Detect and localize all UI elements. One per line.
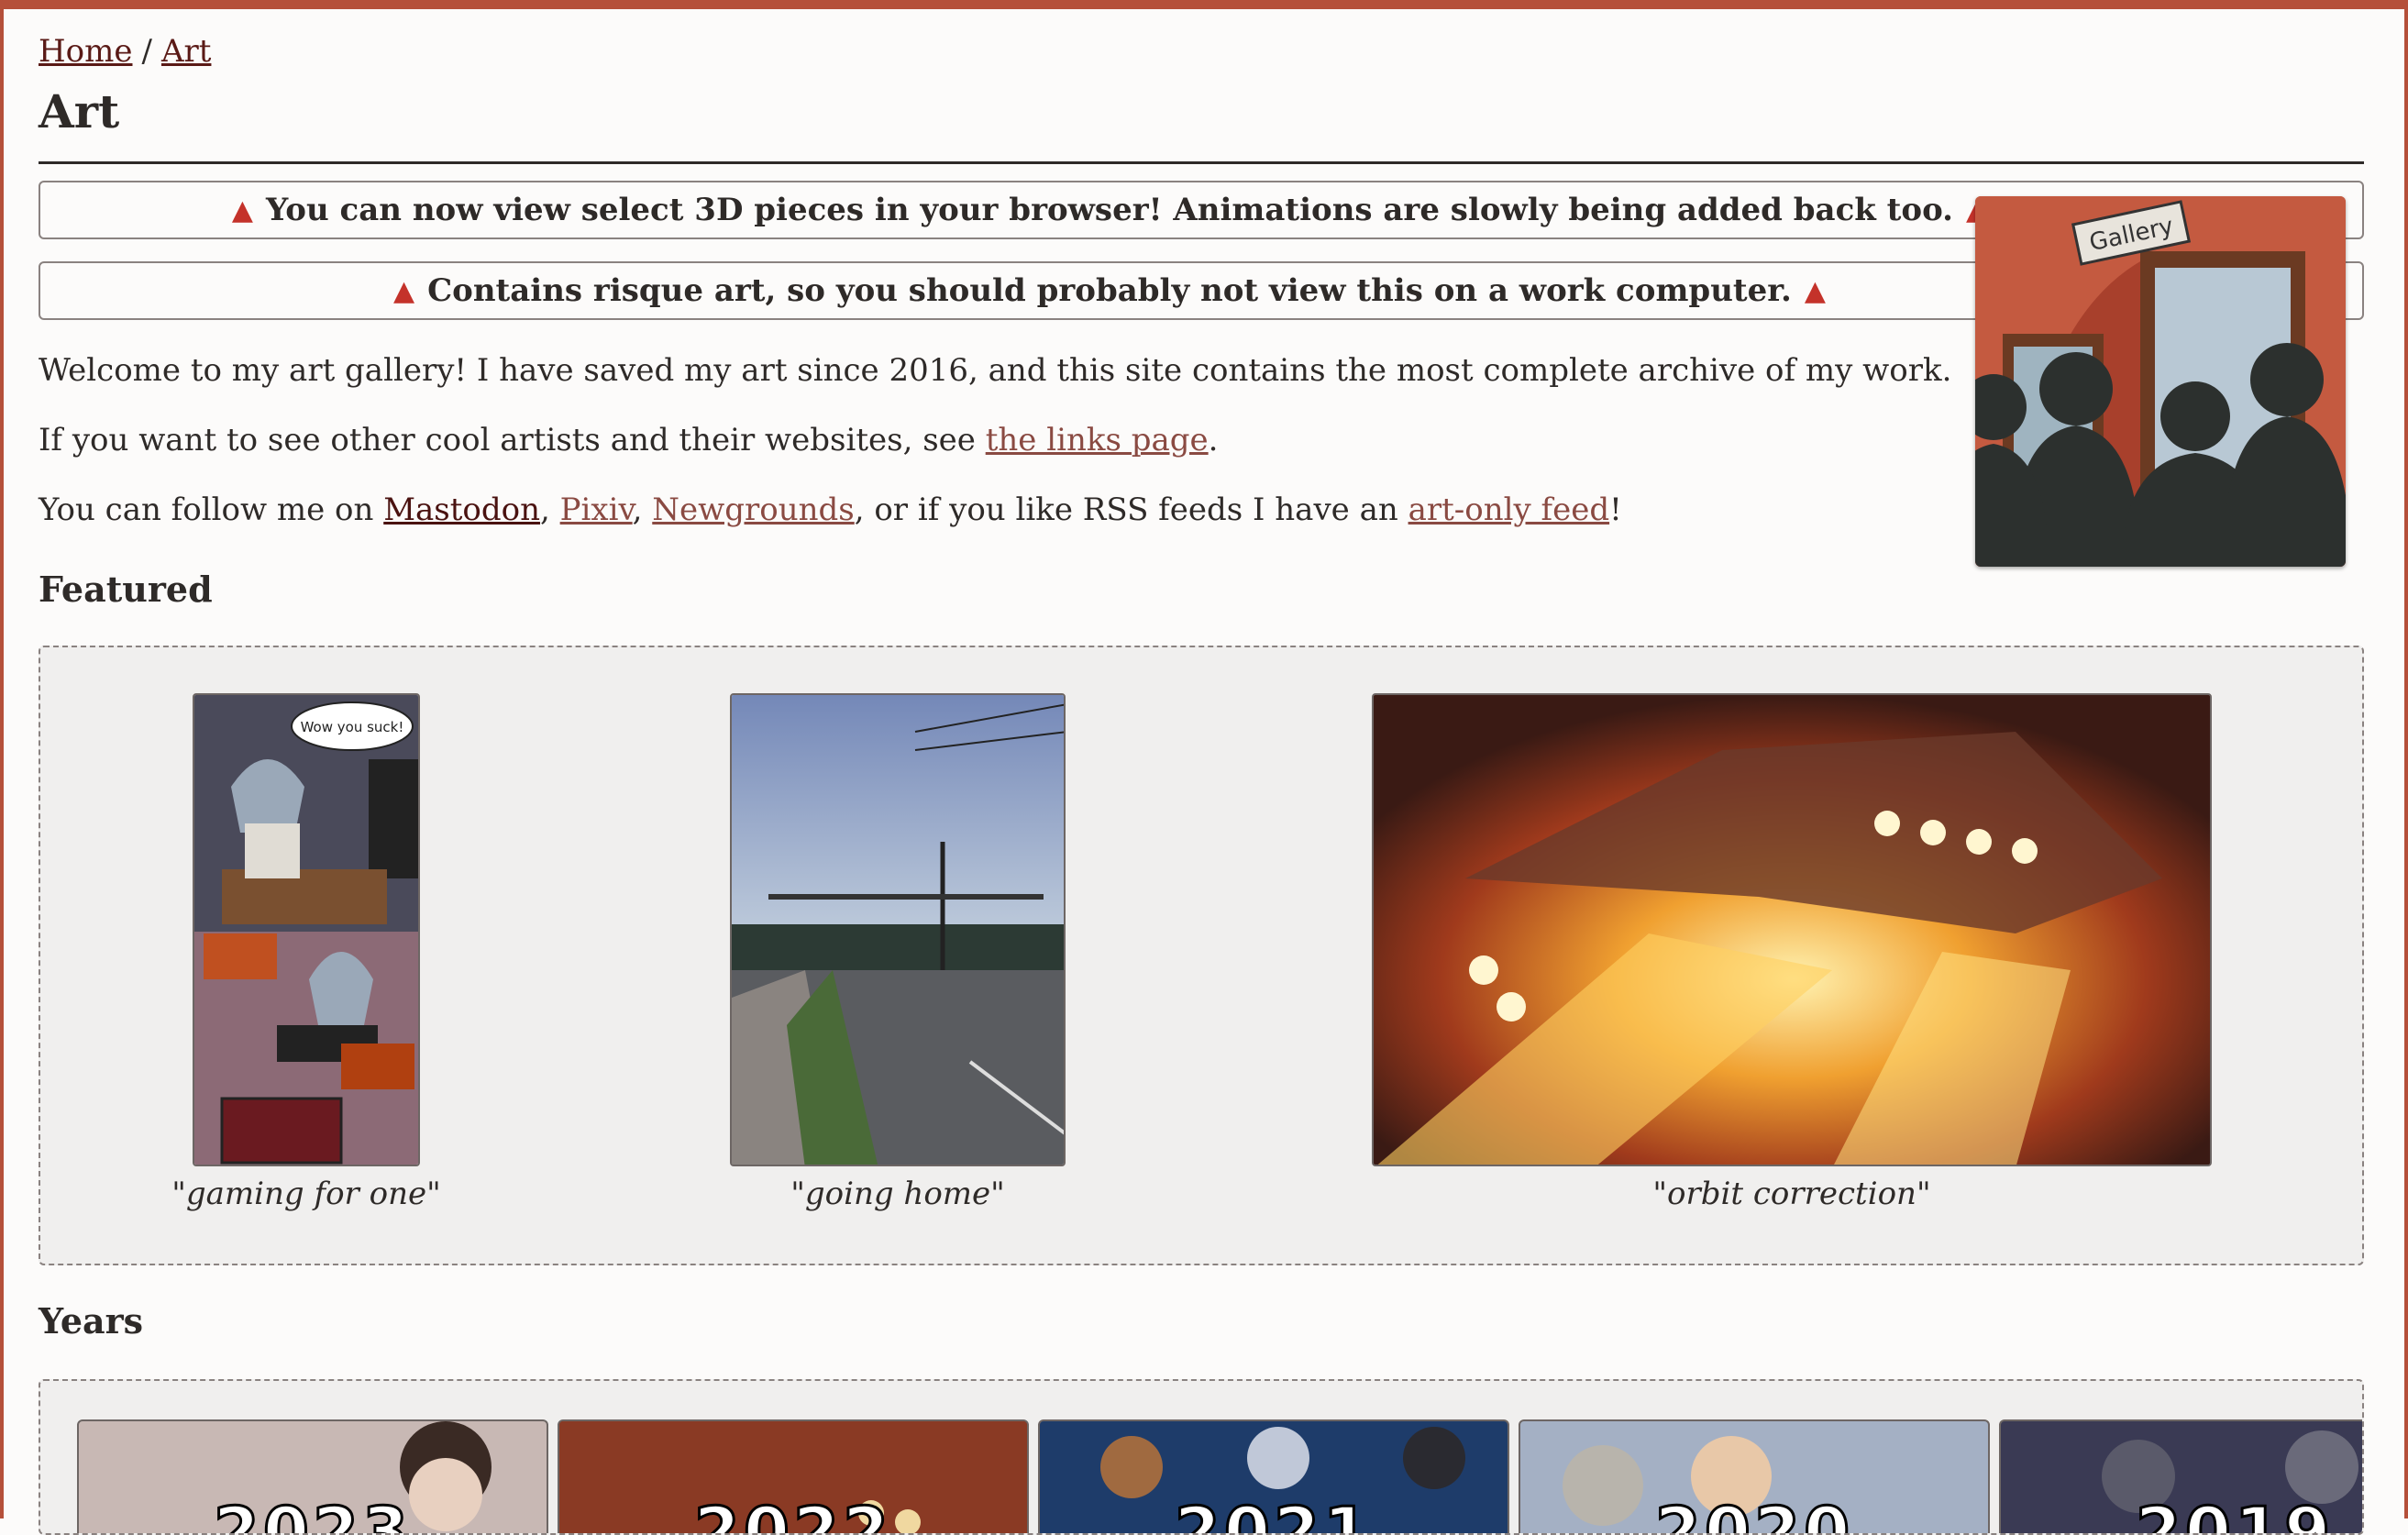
follow-text: You can follow me on <box>39 491 384 528</box>
year-label: 2019 <box>2134 1492 2335 1535</box>
pixiv-link[interactable]: Pixiv <box>560 491 633 528</box>
speech-bubble-text: Wow you suck! <box>301 719 404 735</box>
year-label: 2022 <box>692 1492 893 1535</box>
art-feed-link[interactable]: art-only feed <box>1408 491 1610 528</box>
year-card-2021[interactable]: 2021 <box>1038 1419 1509 1535</box>
links-text: If you want to see other cool artists an… <box>39 422 986 458</box>
rss-text: , or if you like RSS feeds I have an <box>854 491 1408 528</box>
featured-art-gaming-for-one[interactable]: Wow you suck! <box>193 693 420 1166</box>
exclamation: ! <box>1609 491 1622 528</box>
links-paragraph: If you want to see other cool artists an… <box>39 422 1218 458</box>
comma: , <box>540 491 560 528</box>
comma: , <box>632 491 653 528</box>
featured-art-going-home[interactable] <box>730 693 1066 1166</box>
featured-caption: "going home" <box>790 1176 1005 1212</box>
siren-icon: ▲ <box>393 274 415 307</box>
featured-heading: Featured <box>39 569 213 610</box>
mastodon-link[interactable]: Mastodon <box>383 491 540 528</box>
year-card-2020[interactable]: 2020 <box>1519 1419 1990 1535</box>
notice-text: You can now view select 3D pieces in you… <box>265 192 1953 228</box>
siren-icon: ▲ <box>231 193 253 226</box>
page-title: Art <box>39 84 120 138</box>
featured-caption: "orbit correction" <box>1652 1176 1931 1212</box>
siren-icon: ▲ <box>1804 274 1826 307</box>
breadcrumb-separator: / <box>141 33 152 70</box>
featured-gallery: Wow you suck! "gaming for one" "going ho… <box>39 646 2364 1265</box>
breadcrumb-home-link[interactable]: Home <box>39 33 132 70</box>
gallery-header-image: Gallery <box>1975 196 2346 567</box>
links-page-link[interactable]: the links page <box>986 422 1209 458</box>
breadcrumb: Home / Art <box>39 33 211 70</box>
follow-paragraph: You can follow me on Mastodon, Pixiv, Ne… <box>39 491 1622 528</box>
featured-caption: "gaming for one" <box>171 1176 441 1212</box>
year-label: 2021 <box>1173 1492 1374 1535</box>
years-gallery: 2023 2022 2021 2020 2019 <box>39 1379 2364 1535</box>
links-suffix: . <box>1208 422 1219 458</box>
year-label: 2020 <box>1653 1492 1854 1535</box>
top-accent-border <box>0 0 2408 9</box>
years-heading: Years <box>39 1300 144 1342</box>
breadcrumb-current-link[interactable]: Art <box>161 33 211 70</box>
newgrounds-link[interactable]: Newgrounds <box>652 491 854 528</box>
intro-paragraph: Welcome to my art gallery! I have saved … <box>39 352 1952 389</box>
title-divider <box>39 161 2364 164</box>
featured-art-orbit-correction[interactable] <box>1372 693 2212 1166</box>
year-card-2019[interactable]: 2019 <box>1999 1419 2362 1535</box>
year-card-2023[interactable]: 2023 <box>77 1419 548 1535</box>
year-label: 2023 <box>212 1492 413 1535</box>
year-card-2022[interactable]: 2022 <box>558 1419 1029 1535</box>
notice-text: Contains risque art, so you should proba… <box>427 272 1792 309</box>
